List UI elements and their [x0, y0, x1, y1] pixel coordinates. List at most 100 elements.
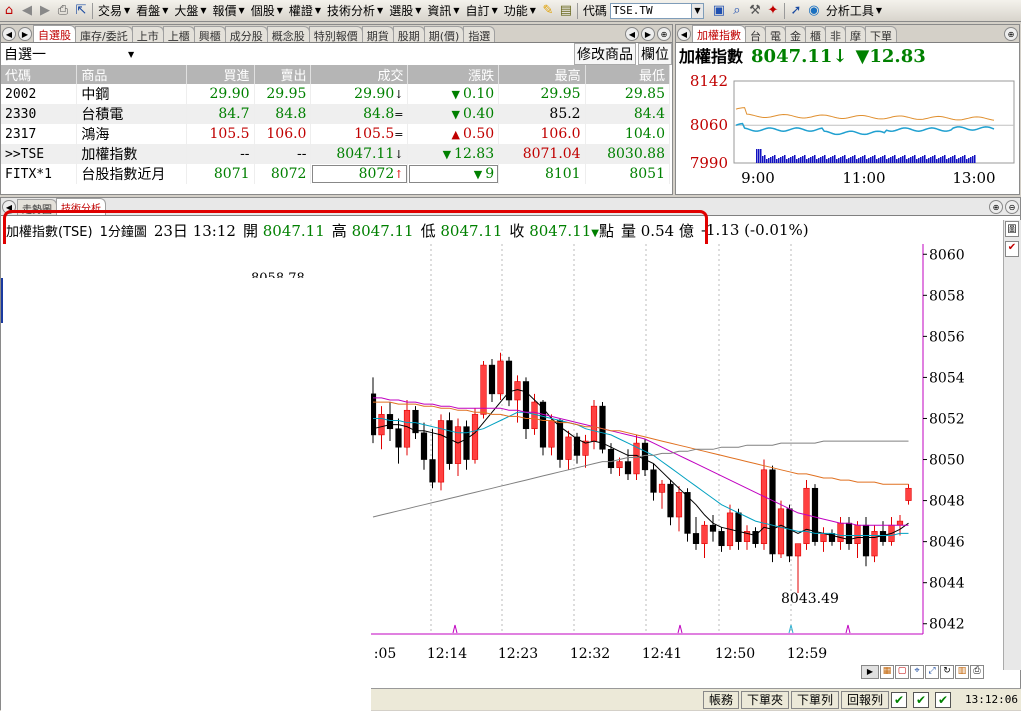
- mini-volume-bar: [940, 157, 942, 163]
- side-tool-icon[interactable]: 圖: [1005, 221, 1019, 237]
- zoom-icon[interactable]: ⊕: [1004, 27, 1018, 41]
- list-name[interactable]: 自選一: [4, 44, 46, 64]
- print-chart-icon[interactable]: ⎙: [970, 665, 984, 679]
- scroll-right-icon[interactable]: ▶: [861, 665, 879, 679]
- column-header[interactable]: 成交: [310, 65, 409, 84]
- pencil-icon[interactable]: ✎: [539, 2, 557, 20]
- tab-mini-4[interactable]: 櫃: [805, 26, 826, 42]
- external-link-icon[interactable]: ⇱: [72, 2, 90, 20]
- column-header[interactable]: 最低: [585, 65, 671, 84]
- column-header[interactable]: 買進: [186, 65, 255, 84]
- code-dropdown-chevron-icon[interactable]: ▼: [691, 2, 704, 19]
- code-combobox[interactable]: TSE.TW ▼: [609, 2, 704, 19]
- check-icon[interactable]: ✔: [913, 691, 930, 708]
- tab-quote-3[interactable]: 上櫃: [162, 26, 195, 42]
- menu-5[interactable]: 權證 ▼: [286, 2, 324, 20]
- modify-products-button[interactable]: 修改商品: [574, 43, 636, 65]
- table-row[interactable]: 2317 鴻海 105.5 106.0 105.5= ▲ 0.50 106.0 104.0: [1, 124, 671, 144]
- period-label[interactable]: 1分鐘圖: [100, 221, 147, 240]
- tab-scroll-right-icon[interactable]: ▶: [18, 27, 32, 41]
- status-button-0[interactable]: 帳務: [702, 690, 739, 709]
- tab-mini-1[interactable]: 台: [745, 26, 766, 42]
- menu-1[interactable]: 看盤 ▼: [133, 2, 171, 20]
- tab-mini-5[interactable]: 非: [825, 26, 846, 42]
- columns-button[interactable]: 欄位: [638, 43, 672, 65]
- analysis-tools-menu[interactable]: 分析工具 ▼: [823, 2, 885, 20]
- tab-quote-8[interactable]: 期貨: [361, 26, 394, 42]
- tabs-left-icon[interactable]: ◀: [625, 27, 639, 41]
- status-button-1[interactable]: 下單夾: [740, 690, 789, 709]
- tab-quote-10[interactable]: 期(價): [423, 26, 465, 42]
- tab-quote-0[interactable]: 自選股: [33, 25, 76, 42]
- tab-quote-9[interactable]: 股期: [392, 26, 425, 42]
- table-row[interactable]: 2002 中鋼 29.90 29.95 29.90↓ ▼ 0.10 29.95 29.85: [1, 84, 671, 104]
- tab-scroll-left-icon[interactable]: ◀: [2, 27, 16, 41]
- search-icon[interactable]: ⌕: [728, 2, 746, 20]
- chart-lookup-icon[interactable]: ▣: [710, 2, 728, 20]
- table-row[interactable]: 2330 台積電 84.7 84.8 84.8= ▼ 0.40 85.2 84.4: [1, 104, 671, 124]
- calendar-icon[interactable]: ▢: [895, 665, 909, 679]
- tab-scroll-left-icon[interactable]: ◀: [2, 200, 16, 214]
- status-button-2[interactable]: 下單列: [790, 690, 839, 709]
- menu-8[interactable]: 資訊 ▼: [424, 2, 462, 20]
- tab-chart-1[interactable]: 技術分析: [56, 198, 106, 215]
- memo-icon[interactable]: ▤: [557, 2, 575, 20]
- print-icon[interactable]: ⎙: [54, 2, 72, 20]
- column-header[interactable]: 賣出: [254, 65, 312, 84]
- menu-6[interactable]: 技術分析 ▼: [324, 2, 386, 20]
- column-header[interactable]: 最高: [498, 65, 586, 84]
- tab-mini-7[interactable]: 下單: [865, 26, 897, 42]
- tab-mini-0[interactable]: 加權指數: [692, 25, 746, 42]
- check-icon[interactable]: ✔: [935, 691, 952, 708]
- candle-body: [548, 420, 555, 448]
- zoom-icon[interactable]: ⊕: [657, 27, 671, 41]
- tab-quote-5[interactable]: 成分股: [224, 26, 268, 42]
- menu-9[interactable]: 自訂 ▼: [463, 2, 501, 20]
- low-label: 低: [420, 221, 436, 240]
- tab-quote-6[interactable]: 概念股: [266, 26, 310, 42]
- tab-mini-2[interactable]: 電: [765, 26, 786, 42]
- column-header[interactable]: 代碼: [1, 65, 78, 84]
- menu-0[interactable]: 交易 ▼: [95, 2, 133, 20]
- code-input[interactable]: TSE.TW: [609, 2, 692, 19]
- tab-mini-6[interactable]: 摩: [845, 26, 866, 42]
- tab-quote-11[interactable]: 指選: [463, 26, 496, 42]
- menu-4[interactable]: 個股 ▼: [248, 2, 286, 20]
- menu-10[interactable]: 功能 ▼: [501, 2, 539, 20]
- forward-arrow-icon[interactable]: ▶: [36, 2, 54, 20]
- pointer-cursor-icon[interactable]: ➚: [787, 2, 805, 20]
- menu-7[interactable]: 選股 ▼: [386, 2, 424, 20]
- tab-chart-0[interactable]: 走勢圖: [17, 199, 57, 215]
- tab-quote-4[interactable]: 興櫃: [193, 26, 226, 42]
- zoom-out-icon[interactable]: ⊖: [1005, 200, 1019, 214]
- zoom-in-icon[interactable]: ⊕: [989, 200, 1003, 214]
- menu-2[interactable]: 大盤 ▼: [171, 2, 209, 20]
- fit-screen-icon[interactable]: ⤢: [925, 665, 939, 679]
- tabs-right-icon[interactable]: ▶: [641, 27, 655, 41]
- check-icon[interactable]: ✔: [891, 691, 908, 708]
- home-icon[interactable]: ⌂: [0, 2, 18, 20]
- side-check-icon[interactable]: ✔: [1005, 241, 1019, 257]
- settings-tools-icon[interactable]: ⚒: [746, 2, 764, 20]
- table-row[interactable]: >>TSE 加權指數 -- -- 8047.11↓ ▼ 12.83 8071.04 8030.8…: [1, 144, 671, 164]
- menu-label: 選股: [389, 4, 414, 18]
- alert-bell-icon[interactable]: ✦: [764, 2, 782, 20]
- tab-scroll-left-icon[interactable]: ◀: [677, 27, 691, 41]
- table-row[interactable]: FITX*1 台股指數近月 8071 8072 8072↑ ▼ 9 8101 8051: [1, 164, 671, 184]
- tab-mini-3[interactable]: 金: [785, 26, 806, 42]
- refresh-icon[interactable]: ↻: [940, 665, 954, 679]
- list-dropdown-chevron-icon[interactable]: ▼: [128, 50, 134, 59]
- bar-chart-icon[interactable]: ▥: [955, 665, 969, 679]
- back-arrow-icon[interactable]: ◀: [18, 2, 36, 20]
- mini-volume-bar: [870, 157, 872, 163]
- column-header[interactable]: 漲跌: [407, 65, 500, 84]
- tab-quote-1[interactable]: 庫存/委託: [75, 26, 133, 42]
- tab-quote-2[interactable]: 上市: [131, 26, 164, 42]
- column-header[interactable]: 商品: [76, 65, 188, 84]
- tab-quote-7[interactable]: 特別報價: [308, 26, 363, 42]
- menu-3[interactable]: 報價 ▼: [210, 2, 248, 20]
- analysis-globe-icon[interactable]: ◉: [805, 2, 823, 20]
- chart-type-icon[interactable]: ▦: [880, 665, 894, 679]
- crosshair-icon[interactable]: ⌖: [910, 665, 924, 679]
- status-button-3[interactable]: 回報列: [841, 690, 890, 709]
